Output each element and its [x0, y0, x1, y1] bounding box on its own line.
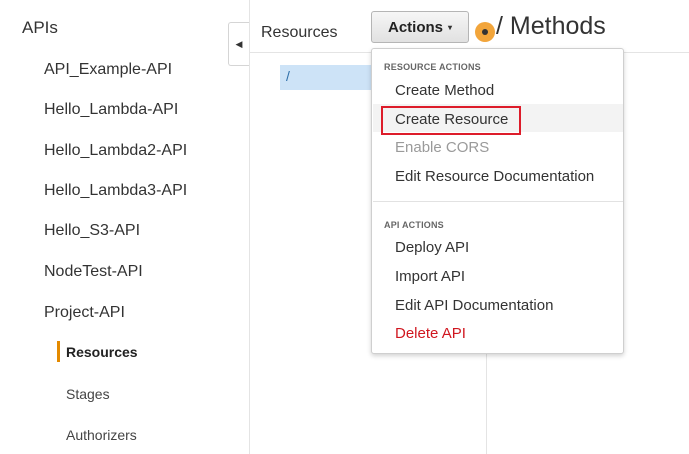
- sidebar-title: APIs: [22, 18, 58, 37]
- sidebar-item-authorizers[interactable]: Authorizers: [66, 427, 137, 443]
- actions-button[interactable]: Actions ▾: [371, 11, 469, 43]
- resource-actions-header: RESOURCE ACTIONS: [384, 62, 481, 72]
- edit-resource-documentation-menu-item[interactable]: Edit Resource Documentation: [395, 168, 594, 185]
- actions-dropdown-menu: RESOURCE ACTIONS Create Method Create Re…: [371, 48, 624, 354]
- sidebar-item-project-api[interactable]: Project-API: [44, 304, 125, 322]
- edit-api-documentation-menu-item[interactable]: Edit API Documentation: [395, 297, 553, 314]
- enable-cors-menu-item: Enable CORS: [395, 139, 490, 156]
- actions-label: Actions: [387, 18, 443, 36]
- methods-title: / Methods: [496, 12, 606, 40]
- annotation-highlight-box: [381, 106, 521, 135]
- sidebar-item-stages[interactable]: Stages: [66, 386, 110, 402]
- sidebar-item-resources[interactable]: Resources: [66, 344, 138, 360]
- collapse-sidebar-button[interactable]: ◀: [228, 22, 249, 66]
- sidebar-item-api-example-api[interactable]: API_Example-API: [44, 61, 172, 79]
- sidebar-item-hello-s3-api[interactable]: Hello_S3-API: [44, 222, 140, 240]
- import-api-menu-item[interactable]: Import API: [395, 268, 465, 285]
- chevron-down-icon: ▾: [448, 22, 453, 32]
- sidebar-item-hello-lambda3-api[interactable]: Hello_Lambda3-API: [44, 182, 187, 200]
- info-dot-icon[interactable]: [475, 22, 495, 42]
- sidebar-item-nodetest-api[interactable]: NodeTest-API: [44, 263, 143, 281]
- create-method-menu-item[interactable]: Create Method: [395, 82, 494, 99]
- sidebar-item-hello-lambda-api[interactable]: Hello_Lambda-API: [44, 101, 178, 119]
- active-item-indicator: [57, 341, 60, 362]
- api-sidebar: APIs API_Example-API Hello_Lambda-API He…: [0, 0, 250, 454]
- delete-api-menu-item[interactable]: Delete API: [395, 325, 466, 342]
- menu-divider: [373, 201, 623, 202]
- resources-header: Resources: [261, 24, 338, 41]
- chevron-left-icon: ◀: [235, 38, 243, 49]
- api-actions-header: API ACTIONS: [384, 220, 444, 230]
- resource-tree-item-root[interactable]: /: [280, 65, 378, 90]
- sidebar-item-hello-lambda2-api[interactable]: Hello_Lambda2-API: [44, 142, 187, 160]
- deploy-api-menu-item[interactable]: Deploy API: [395, 239, 469, 256]
